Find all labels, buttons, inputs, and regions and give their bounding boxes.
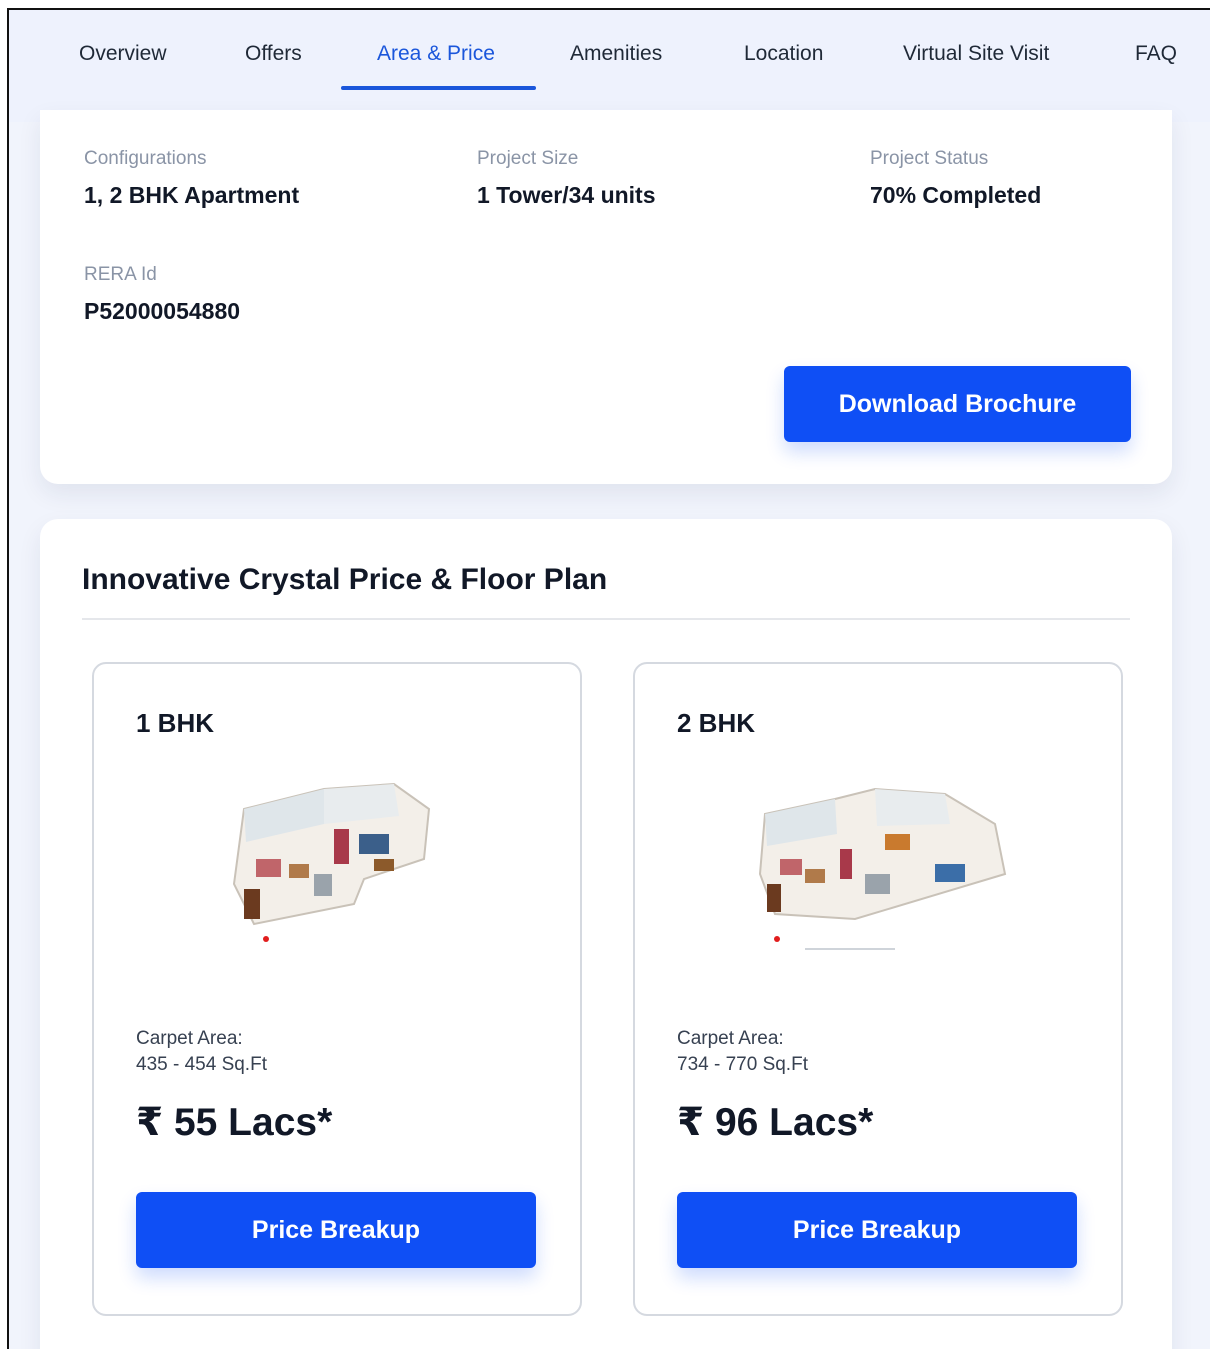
- project-info-card: Configurations 1, 2 BHK Apartment Projec…: [40, 110, 1172, 484]
- rera-label: RERA Id: [84, 264, 157, 285]
- active-tab-indicator: [341, 86, 536, 90]
- tab-amenities[interactable]: Amenities: [570, 42, 662, 66]
- section-tabs: Overview Offers Area & Price Amenities L…: [9, 10, 1210, 122]
- unit-price: ₹ 96 Lacs*: [677, 1101, 874, 1144]
- unit-price: ₹ 55 Lacs*: [136, 1101, 333, 1144]
- tab-location[interactable]: Location: [744, 42, 823, 66]
- carpet-area-label: Carpet Area:: [136, 1028, 243, 1049]
- page-frame: Overview Offers Area & Price Amenities L…: [7, 8, 1210, 1349]
- unit-card-1bhk: 1 BHK Carpet Area: 435 - 454 Sq.Ft ₹ 55 …: [92, 662, 582, 1316]
- project-size-label: Project Size: [477, 148, 579, 169]
- carpet-area-value: 734 - 770 Sq.Ft: [677, 1054, 808, 1075]
- floor-plan-card: Innovative Crystal Price & Floor Plan 1 …: [40, 519, 1172, 1349]
- carpet-area-value: 435 - 454 Sq.Ft: [136, 1054, 267, 1075]
- project-status-label: Project Status: [870, 148, 989, 169]
- unit-name: 2 BHK: [677, 708, 756, 738]
- tab-offers[interactable]: Offers: [245, 42, 302, 66]
- carpet-area-label: Carpet Area:: [677, 1028, 784, 1049]
- rera-value: P52000054880: [84, 298, 241, 324]
- price-breakup-button[interactable]: Price Breakup: [677, 1192, 1077, 1268]
- tab-overview[interactable]: Overview: [79, 42, 167, 66]
- floor-plan-title: Innovative Crystal Price & Floor Plan: [82, 563, 608, 596]
- price-breakup-button[interactable]: Price Breakup: [136, 1192, 536, 1268]
- tab-area-price[interactable]: Area & Price: [377, 42, 495, 66]
- project-size-value: 1 Tower/34 units: [477, 182, 656, 208]
- tab-virtual-site-visit[interactable]: Virtual Site Visit: [903, 42, 1049, 66]
- download-brochure-button[interactable]: Download Brochure: [784, 366, 1131, 442]
- configurations-label: Configurations: [84, 148, 207, 169]
- configurations-value: 1, 2 BHK Apartment: [84, 182, 300, 208]
- floor-plan-image[interactable]: [214, 764, 464, 964]
- tab-faq[interactable]: FAQ: [1135, 42, 1177, 66]
- project-status-value: 70% Completed: [870, 182, 1042, 208]
- divider: [82, 618, 1130, 620]
- unit-card-2bhk: 2 BHK Carpet Area: 734 - 770 Sq.Ft ₹ 96 …: [633, 662, 1123, 1316]
- floor-plan-image[interactable]: [745, 764, 1025, 964]
- unit-name: 1 BHK: [136, 708, 215, 738]
